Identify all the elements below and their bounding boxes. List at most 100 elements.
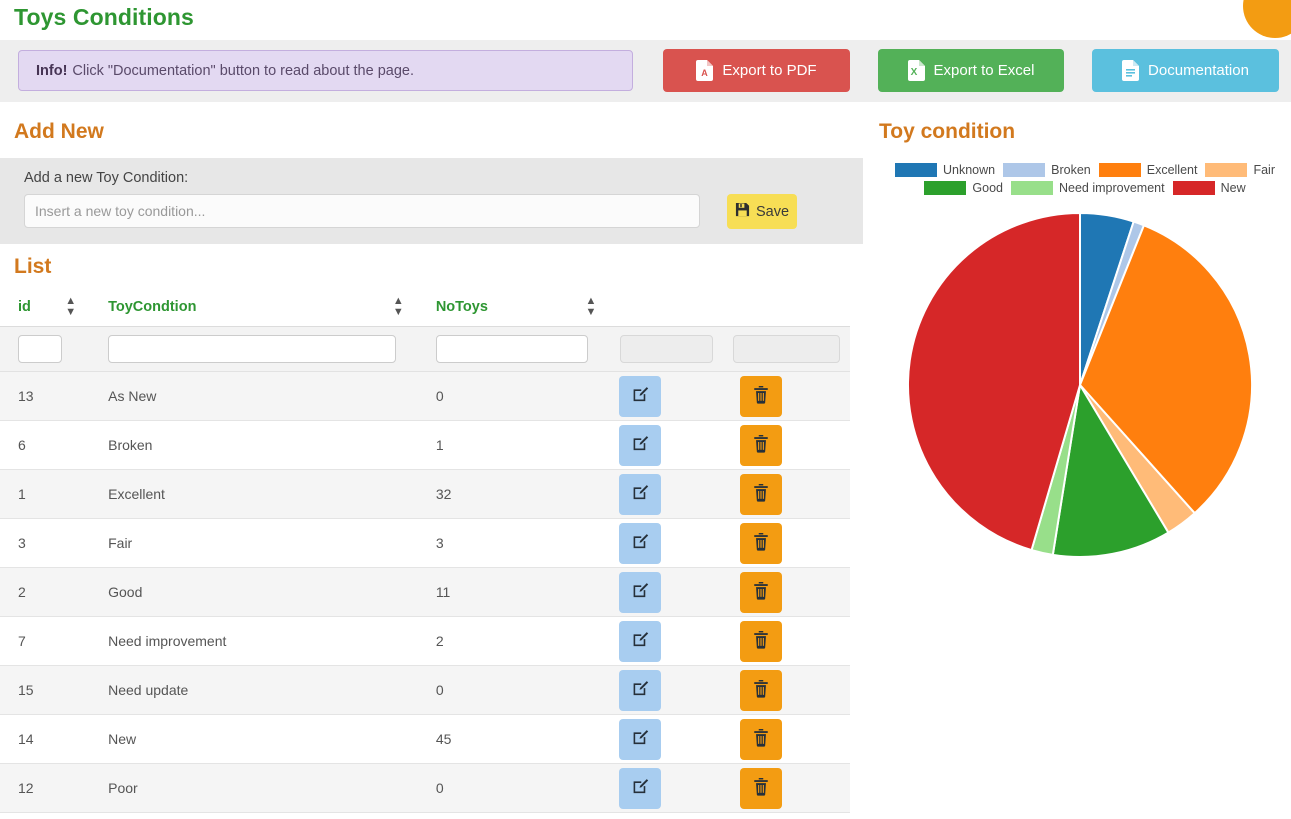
cell-toycondtion: Fair [90, 518, 418, 568]
legend-item-new[interactable]: New [1172, 181, 1246, 195]
pencil-square-icon [632, 729, 649, 749]
delete-row-button[interactable] [739, 669, 782, 711]
edit-row-button[interactable] [619, 718, 662, 760]
legend-swatch [895, 163, 937, 177]
cell-id: 1 [0, 469, 91, 519]
export-to-pdf-label: Export to PDF [722, 62, 817, 79]
edit-row-button[interactable] [619, 571, 662, 613]
table-body: 13 As New 0 6 Broken 1 1 Excellent 32 3 Fair 3 2 Good… [0, 326, 850, 813]
new-toy-condition-input[interactable] [24, 194, 700, 228]
delete-row-button[interactable] [739, 718, 782, 760]
delete-row-button[interactable] [739, 473, 782, 515]
legend-item-good[interactable]: Good [924, 181, 1003, 195]
trash-icon [753, 630, 769, 652]
svg-text:X: X [910, 67, 917, 78]
cell-toycondtion: Good [90, 567, 418, 617]
cell-edit [610, 665, 723, 715]
delete-row-button[interactable] [739, 522, 782, 564]
table-row: 7 Need improvement 2 [0, 616, 850, 666]
edit-row-button[interactable] [619, 375, 662, 417]
edit-row-button[interactable] [619, 767, 662, 809]
cell-edit [610, 518, 723, 568]
legend-label: Need improvement [1058, 181, 1165, 195]
edit-row-button[interactable] [619, 669, 662, 711]
legend-label: Excellent [1146, 163, 1198, 177]
sort-arrows-icon[interactable]: ▲ ▼ [585, 296, 596, 318]
delete-row-button[interactable] [739, 620, 782, 662]
save-button[interactable]: Save [727, 194, 797, 229]
legend-label: Good [972, 181, 1003, 195]
delete-row-button[interactable] [739, 767, 782, 809]
save-button-label: Save [755, 203, 790, 220]
legend-item-fair[interactable]: Fair [1205, 163, 1275, 177]
legend-item-unknown[interactable]: Unknown [895, 163, 995, 177]
legend-label: Fair [1253, 163, 1275, 177]
legend-label: New [1220, 181, 1246, 195]
legend-label: Unknown [943, 163, 996, 177]
documentation-button[interactable]: Documentation [1092, 49, 1279, 92]
chart-title: Toy condition [879, 120, 1016, 143]
document-icon [1122, 60, 1140, 81]
cell-toycondtion: Broken [90, 420, 418, 470]
cell-edit [610, 714, 723, 764]
edit-row-button[interactable] [619, 522, 662, 564]
cell-id: 2 [0, 567, 91, 617]
cell-delete [722, 763, 850, 813]
legend-item-broken[interactable]: Broken [1003, 163, 1091, 177]
cell-delete [722, 420, 850, 470]
info-alert-prefix: Info! [36, 62, 68, 79]
filter-input-toycondtion[interactable] [108, 335, 396, 363]
trash-icon [753, 679, 769, 701]
delete-row-button[interactable] [739, 375, 782, 417]
delete-row-button[interactable] [739, 571, 782, 613]
cell-notoys: 1 [417, 420, 611, 470]
pencil-square-icon [632, 386, 649, 406]
column-header-id-label: id [18, 299, 31, 315]
export-to-pdf-button[interactable]: A Export to PDF [663, 49, 850, 92]
cell-id: 12 [0, 763, 91, 813]
sort-arrows-icon[interactable]: ▲ ▼ [65, 296, 76, 318]
pencil-square-icon [632, 680, 649, 700]
cell-notoys: 0 [417, 763, 611, 813]
column-header-notoys[interactable]: NoToys ▲ ▼ [417, 290, 611, 327]
edit-row-button[interactable] [619, 473, 662, 515]
column-header-toycondtion[interactable]: ToyCondtion ▲ ▼ [90, 290, 418, 327]
cell-delete [722, 518, 850, 568]
edit-row-button[interactable] [619, 424, 662, 466]
cell-notoys: 0 [417, 665, 611, 715]
cell-id: 13 [0, 371, 91, 421]
corner-badge-ornament [1243, 0, 1291, 38]
export-to-excel-label: Export to Excel [933, 62, 1035, 79]
table-row: 1 Excellent 32 [0, 469, 850, 519]
legend-swatch [1098, 163, 1141, 177]
cell-delete [722, 371, 850, 421]
filter-input-notoys[interactable] [435, 335, 589, 363]
table-row: 14 New 45 [0, 714, 850, 764]
edit-row-button[interactable] [619, 620, 662, 662]
legend-row: Unknown Broken Excellent Fair [879, 163, 1291, 177]
cell-id: 6 [0, 420, 91, 470]
table-row: 12 Poor 0 [0, 763, 850, 813]
delete-row-button[interactable] [739, 424, 782, 466]
sort-arrows-icon[interactable]: ▲ ▼ [393, 296, 404, 318]
info-alert: Info! Click "Documentation" button to re… [18, 50, 633, 91]
cell-edit [610, 420, 723, 470]
pencil-square-icon [632, 484, 649, 504]
legend-swatch [1003, 163, 1046, 177]
excel-file-icon: X [907, 60, 925, 81]
table-row: 2 Good 11 [0, 567, 850, 617]
export-to-excel-button[interactable]: X Export to Excel [878, 49, 1064, 92]
legend-item-excellent[interactable]: Excellent [1098, 163, 1198, 177]
cell-toycondtion: Excellent [90, 469, 418, 519]
legend-item-need-improvement[interactable]: Need improvement [1010, 181, 1165, 195]
cell-id: 15 [0, 665, 91, 715]
legend-swatch [924, 181, 967, 195]
filter-input-id[interactable] [18, 335, 63, 363]
column-header-id[interactable]: id ▲ ▼ [0, 290, 91, 327]
table-row: 3 Fair 3 [0, 518, 850, 568]
table-row: 15 Need update 0 [0, 665, 850, 715]
cell-id: 14 [0, 714, 91, 764]
cell-toycondtion: Poor [90, 763, 418, 813]
pencil-square-icon [632, 435, 649, 455]
cell-notoys: 32 [417, 469, 611, 519]
